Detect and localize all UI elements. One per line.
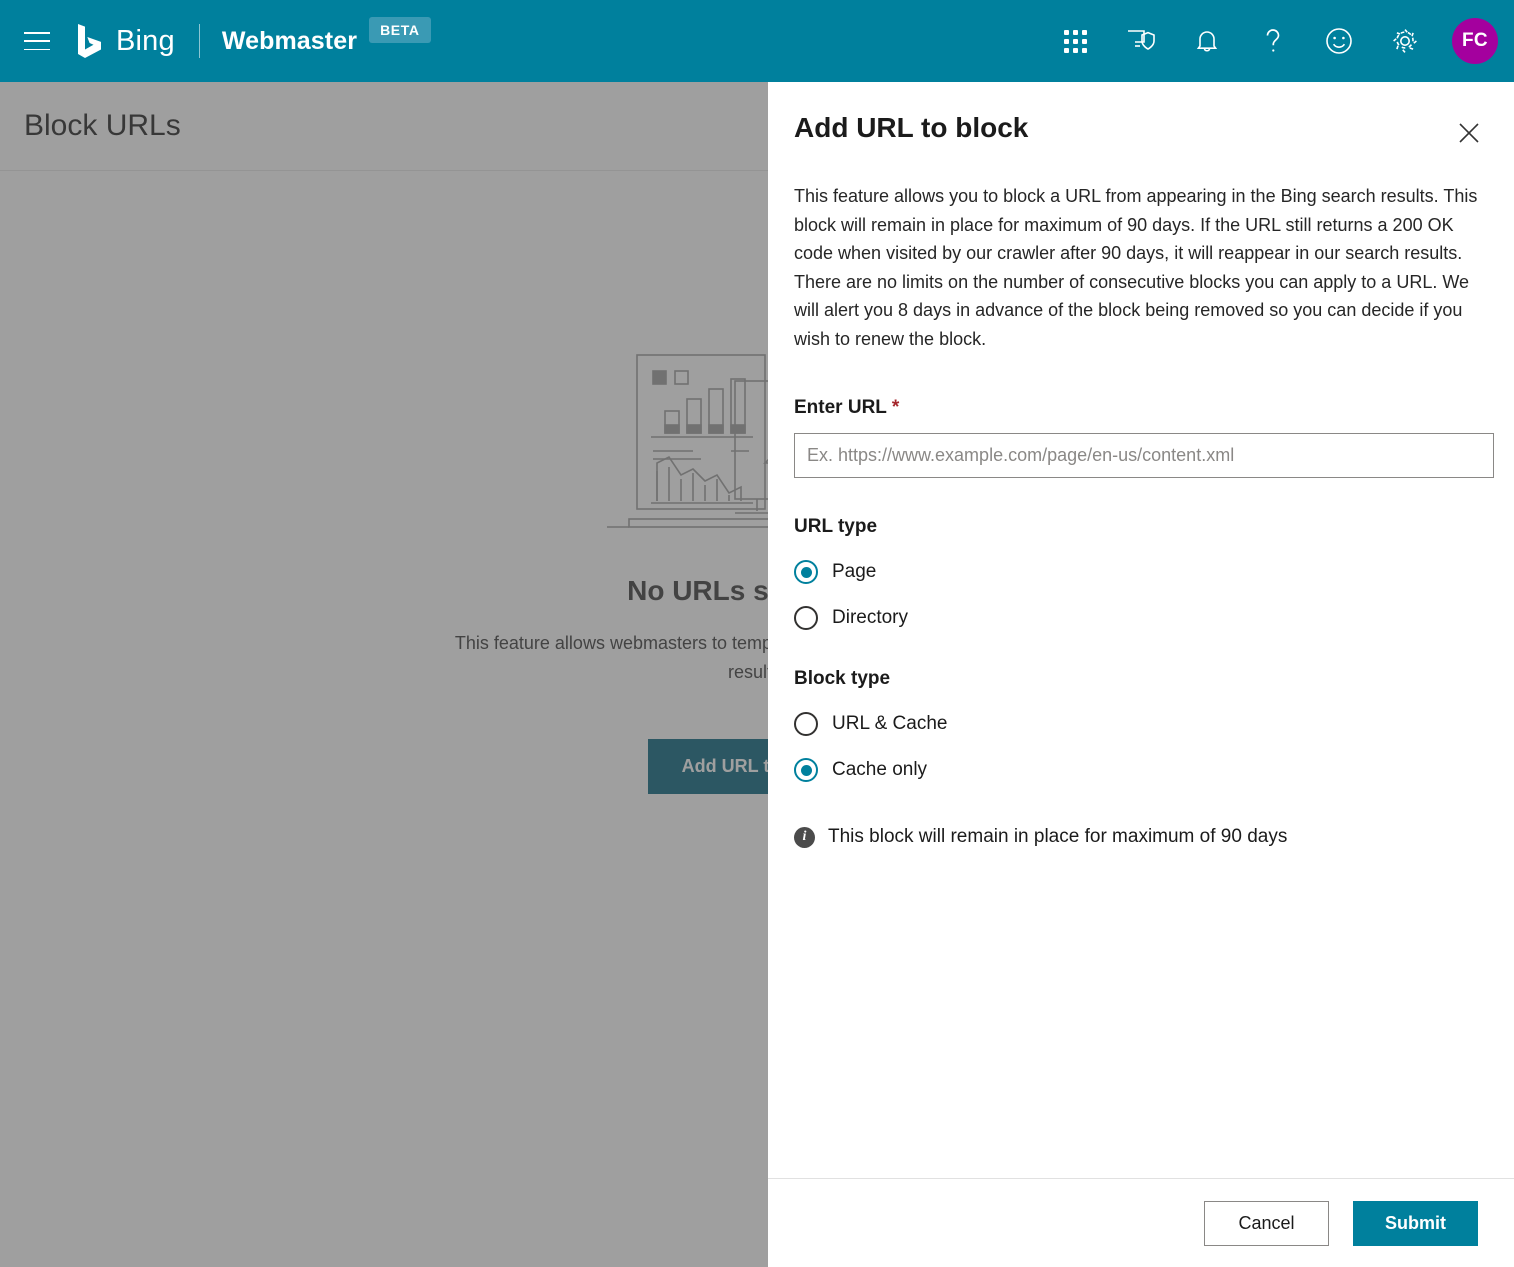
radio-indicator-icon: [794, 606, 818, 630]
radio-block-type-url-and-cache[interactable]: URL & Cache: [794, 712, 1488, 736]
top-navigation-bar: Bing Webmaster BETA: [0, 0, 1514, 82]
submit-button[interactable]: Submit: [1353, 1201, 1478, 1246]
cancel-button[interactable]: Cancel: [1204, 1201, 1329, 1246]
panel-body: Add URL to block This feature allows you…: [768, 82, 1514, 1178]
settings-gear-icon[interactable]: [1372, 10, 1438, 72]
app-grid-icon[interactable]: [1042, 10, 1108, 72]
radio-indicator-icon: [794, 758, 818, 782]
radio-label: Page: [832, 561, 876, 583]
hamburger-menu-icon[interactable]: [24, 32, 50, 50]
panel-footer: Cancel Submit: [768, 1178, 1514, 1267]
panel-header: Add URL to block: [794, 82, 1488, 150]
url-field-label: Enter URL *: [794, 397, 1488, 419]
topbar-actions: FC: [1042, 10, 1514, 72]
shield-screen-icon[interactable]: [1108, 10, 1174, 72]
url-type-label: URL type: [794, 516, 1488, 538]
notification-bell-icon[interactable]: [1174, 10, 1240, 72]
radio-url-type-directory[interactable]: Directory: [794, 606, 1488, 630]
info-note-text: This block will remain in place for maxi…: [828, 826, 1287, 848]
radio-indicator-icon: [794, 560, 818, 584]
radio-label: Cache only: [832, 759, 927, 781]
close-icon[interactable]: [1452, 116, 1486, 150]
bing-logo-icon: [76, 22, 106, 60]
bing-logo[interactable]: Bing: [76, 22, 175, 60]
info-icon: i: [794, 827, 815, 848]
beta-badge: BETA: [369, 17, 430, 43]
radio-block-type-cache-only[interactable]: Cache only: [794, 758, 1488, 782]
topbar-divider: [199, 24, 200, 58]
bing-logo-text: Bing: [116, 25, 175, 58]
add-url-panel: Add URL to block This feature allows you…: [768, 82, 1514, 1267]
url-input[interactable]: [794, 433, 1494, 478]
feedback-smiley-icon[interactable]: [1306, 10, 1372, 72]
product-name[interactable]: Webmaster: [222, 27, 357, 56]
radio-indicator-icon: [794, 712, 818, 736]
user-avatar[interactable]: FC: [1452, 18, 1498, 64]
block-type-label: Block type: [794, 668, 1488, 690]
radio-label: Directory: [832, 607, 908, 629]
url-field-label-text: Enter URL: [794, 397, 887, 418]
panel-title: Add URL to block: [794, 112, 1028, 144]
help-icon[interactable]: [1240, 10, 1306, 72]
info-note: i This block will remain in place for ma…: [794, 826, 1488, 848]
radio-label: URL & Cache: [832, 713, 947, 735]
required-marker: *: [892, 397, 899, 418]
panel-description: This feature allows you to block a URL f…: [794, 182, 1488, 353]
radio-url-type-page[interactable]: Page: [794, 560, 1488, 584]
